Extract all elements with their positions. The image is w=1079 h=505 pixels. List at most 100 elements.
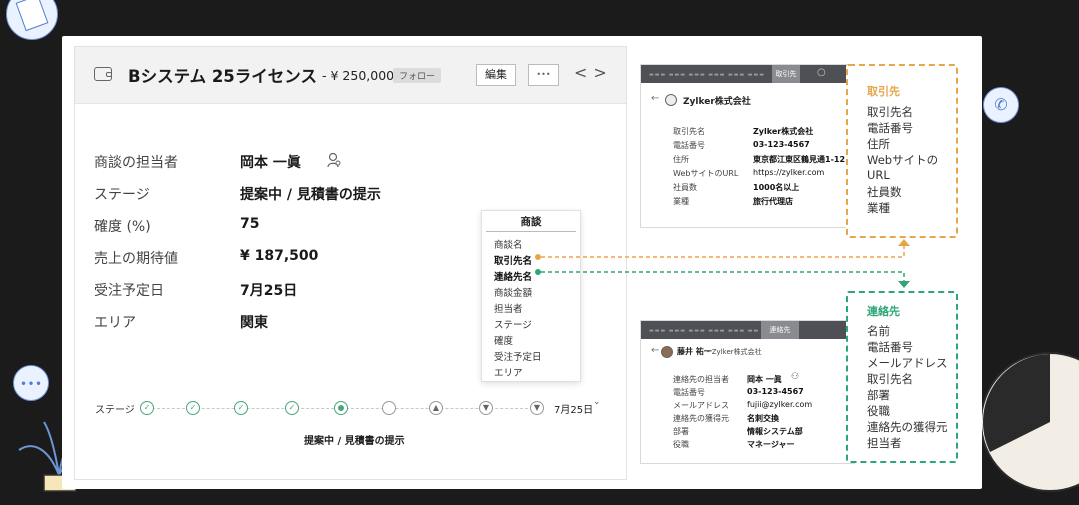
contact-field-value: 岡本 一眞 (747, 375, 782, 384)
stage-step-3[interactable]: ✓ (234, 401, 248, 415)
field-list-item: 商談名 (494, 240, 523, 251)
contact-callout-title: 連絡先 (867, 305, 900, 318)
search-icon[interactable]: ○ (817, 67, 826, 78)
account-window-topbar: ▬▬▬ ▬▬▬ ▬▬▬ ▬▬▬ ▬▬▬ ▬▬▬ 取引先 ○ (641, 65, 854, 83)
deal-title: Bシステム 25ライセンス (128, 67, 317, 86)
contact-callout-item: 部署 (867, 388, 890, 402)
contact-avatar (661, 346, 673, 358)
field-list-item: ステージ (494, 320, 532, 331)
account-field-value: 03-123-4567 (753, 140, 810, 149)
field-value-area: 関東 (240, 315, 268, 331)
stage-step-thumbs-up[interactable]: ▲ (429, 401, 443, 415)
contact-field-key: 連絡先の担当者 (673, 375, 729, 384)
contact-field-value: 情報システム部 (747, 427, 803, 436)
tab-account[interactable]: 取引先 (772, 65, 800, 83)
account-callout-item: 取引先名 (867, 105, 913, 119)
field-list-item-contact: 連絡先名 (494, 272, 533, 283)
chevron-down-icon[interactable]: ⌄ (593, 397, 601, 407)
contact-field-value: マネージャー (747, 440, 795, 449)
field-label-expected-revenue: 売上の期待値 (94, 251, 178, 267)
account-field-key: 電話番号 (673, 141, 705, 150)
contact-callout-item: 名前 (867, 324, 890, 338)
contact-field-value: 名刺交換 (747, 414, 779, 423)
field-value-closing-date: 7月25日 (240, 283, 298, 299)
back-arrow-icon[interactable]: ← (651, 345, 659, 356)
account-callout-item: 電話番号 (867, 121, 913, 135)
account-field-key: 取引先名 (673, 127, 705, 136)
stage-step-6[interactable] (382, 401, 396, 415)
contact-callout-item: 電話番号 (867, 340, 913, 354)
account-field-value: 旅行代理店 (753, 197, 793, 206)
stage-bar-label: ステージ (95, 405, 135, 416)
contact-field-key: メールアドレス (673, 401, 729, 410)
field-list-item: 受注予定日 (494, 352, 542, 363)
field-label-probability: 確度 (%) (94, 219, 151, 235)
account-field-value: Zylker株式会社 (753, 127, 814, 136)
field-value-stage: 提案中 / 見積書の提示 (240, 187, 381, 203)
stage-step-4[interactable]: ✓ (285, 401, 299, 415)
follow-button[interactable]: フォロー (393, 68, 442, 83)
field-value-owner: 岡本 一眞 (240, 155, 301, 171)
account-callout-title: 取引先 (867, 85, 900, 98)
field-list-divider (486, 231, 576, 232)
deal-field-list: 商談 商談名 取引先名 連絡先名 商談金額 担当者 ステージ 確度 受注予定日 … (481, 210, 581, 382)
person-search-icon[interactable]: ⚇ (791, 372, 799, 382)
contact-callout-item: 取引先名 (867, 372, 913, 386)
pie-slice-illustration (983, 354, 1050, 452)
topbar-menu-placeholder: ▬▬▬ ▬▬▬ ▬▬▬ ▬▬▬ ▬▬▬ ▬▬▬ (649, 72, 765, 78)
contact-field-key: 連絡先の獲得元 (673, 414, 729, 423)
field-label-area: エリア (94, 315, 136, 331)
field-list-item-account: 取引先名 (494, 256, 533, 267)
contact-callout-item: 担当者 (867, 436, 902, 450)
contact-fields-callout: 連絡先 名前 電話番号 メールアドレス 取引先名 部署 役職 連絡先の獲得元 担… (846, 291, 958, 463)
account-avatar (665, 94, 677, 106)
contact-field-key: 役職 (673, 440, 689, 449)
account-field-key: 社員数 (673, 183, 697, 192)
contact-callout-item: 役職 (867, 404, 890, 418)
account-record-window: ▬▬▬ ▬▬▬ ▬▬▬ ▬▬▬ ▬▬▬ ▬▬▬ 取引先 ○ ← Zylker株式… (640, 64, 855, 228)
contact-field-key: 電話番号 (673, 388, 705, 397)
account-field-value: 1000名以上 (753, 183, 800, 192)
field-label-closing-date: 受注予定日 (94, 283, 164, 299)
contact-field-value: 03-123-4567 (747, 387, 804, 396)
contact-window-subtitle: - Zylker株式会社 (707, 348, 762, 356)
current-stage-name: 提案中 / 見積書の提示 (304, 436, 405, 447)
field-label-owner: 商談の担当者 (94, 155, 178, 171)
account-field-key: WebサイトのURL (673, 169, 739, 178)
contact-window-topbar: ▬▬▬ ▬▬▬ ▬▬▬ ▬▬▬ ▬▬▬ ▬▬▬ 連絡先 (641, 321, 854, 339)
topbar-menu-placeholder: ▬▬▬ ▬▬▬ ▬▬▬ ▬▬▬ ▬▬▬ ▬▬▬ (649, 328, 759, 334)
stage-step-lost[interactable]: ▼ (530, 401, 544, 415)
stage-step-thumbs-down[interactable]: ▼ (479, 401, 493, 415)
phone-icon: ✆ (983, 87, 1019, 123)
account-field-value: 東京都江東区鶴見通1-12 (753, 155, 846, 164)
stage-step-2[interactable]: ✓ (186, 401, 200, 415)
contact-field-key: 部署 (673, 427, 689, 436)
account-callout-item: 住所 (867, 137, 890, 151)
deal-header: Bシステム 25ライセンス - ¥ 250,000 フォロー 編集 ••• <> (75, 47, 626, 104)
account-field-value: https://zylker.com (753, 168, 825, 177)
field-value-probability: 75 (240, 216, 260, 232)
tab-contact[interactable]: 連絡先 (761, 321, 799, 339)
field-list-item: 商談金額 (494, 288, 533, 299)
stage-step-1[interactable]: ✓ (140, 401, 154, 415)
account-fields-callout: 取引先 取引先名 電話番号 住所 Webサイトの URL 社員数 業種 (846, 64, 958, 238)
chat-bubble-icon: ∙∙∙ (13, 365, 49, 401)
field-value-expected-revenue: ¥ 187,500 (240, 248, 319, 264)
contact-record-window: ▬▬▬ ▬▬▬ ▬▬▬ ▬▬▬ ▬▬▬ ▬▬▬ 連絡先 ← 藤井 祐一 - Zy… (640, 320, 855, 464)
field-list-item: エリア (494, 368, 523, 379)
contact-field-value: fujii@zylker.com (747, 400, 813, 409)
account-callout-item: 社員数 (867, 185, 902, 199)
wallet-icon (94, 67, 112, 81)
deal-amount: - ¥ 250,000 (322, 68, 395, 83)
account-window-title: Zylker株式会社 (683, 97, 751, 107)
field-list-item: 確度 (494, 336, 514, 347)
field-list-item: 担当者 (494, 304, 523, 315)
account-callout-item: Webサイトの (867, 153, 939, 167)
stage-step-current[interactable] (334, 401, 348, 415)
back-arrow-icon[interactable]: ← (651, 93, 659, 104)
person-search-icon[interactable] (327, 152, 341, 168)
account-field-key: 業種 (673, 197, 689, 206)
more-options-button[interactable]: ••• (528, 64, 559, 86)
edit-button[interactable]: 編集 (476, 64, 516, 86)
record-nav-arrows[interactable]: <> (574, 63, 613, 82)
